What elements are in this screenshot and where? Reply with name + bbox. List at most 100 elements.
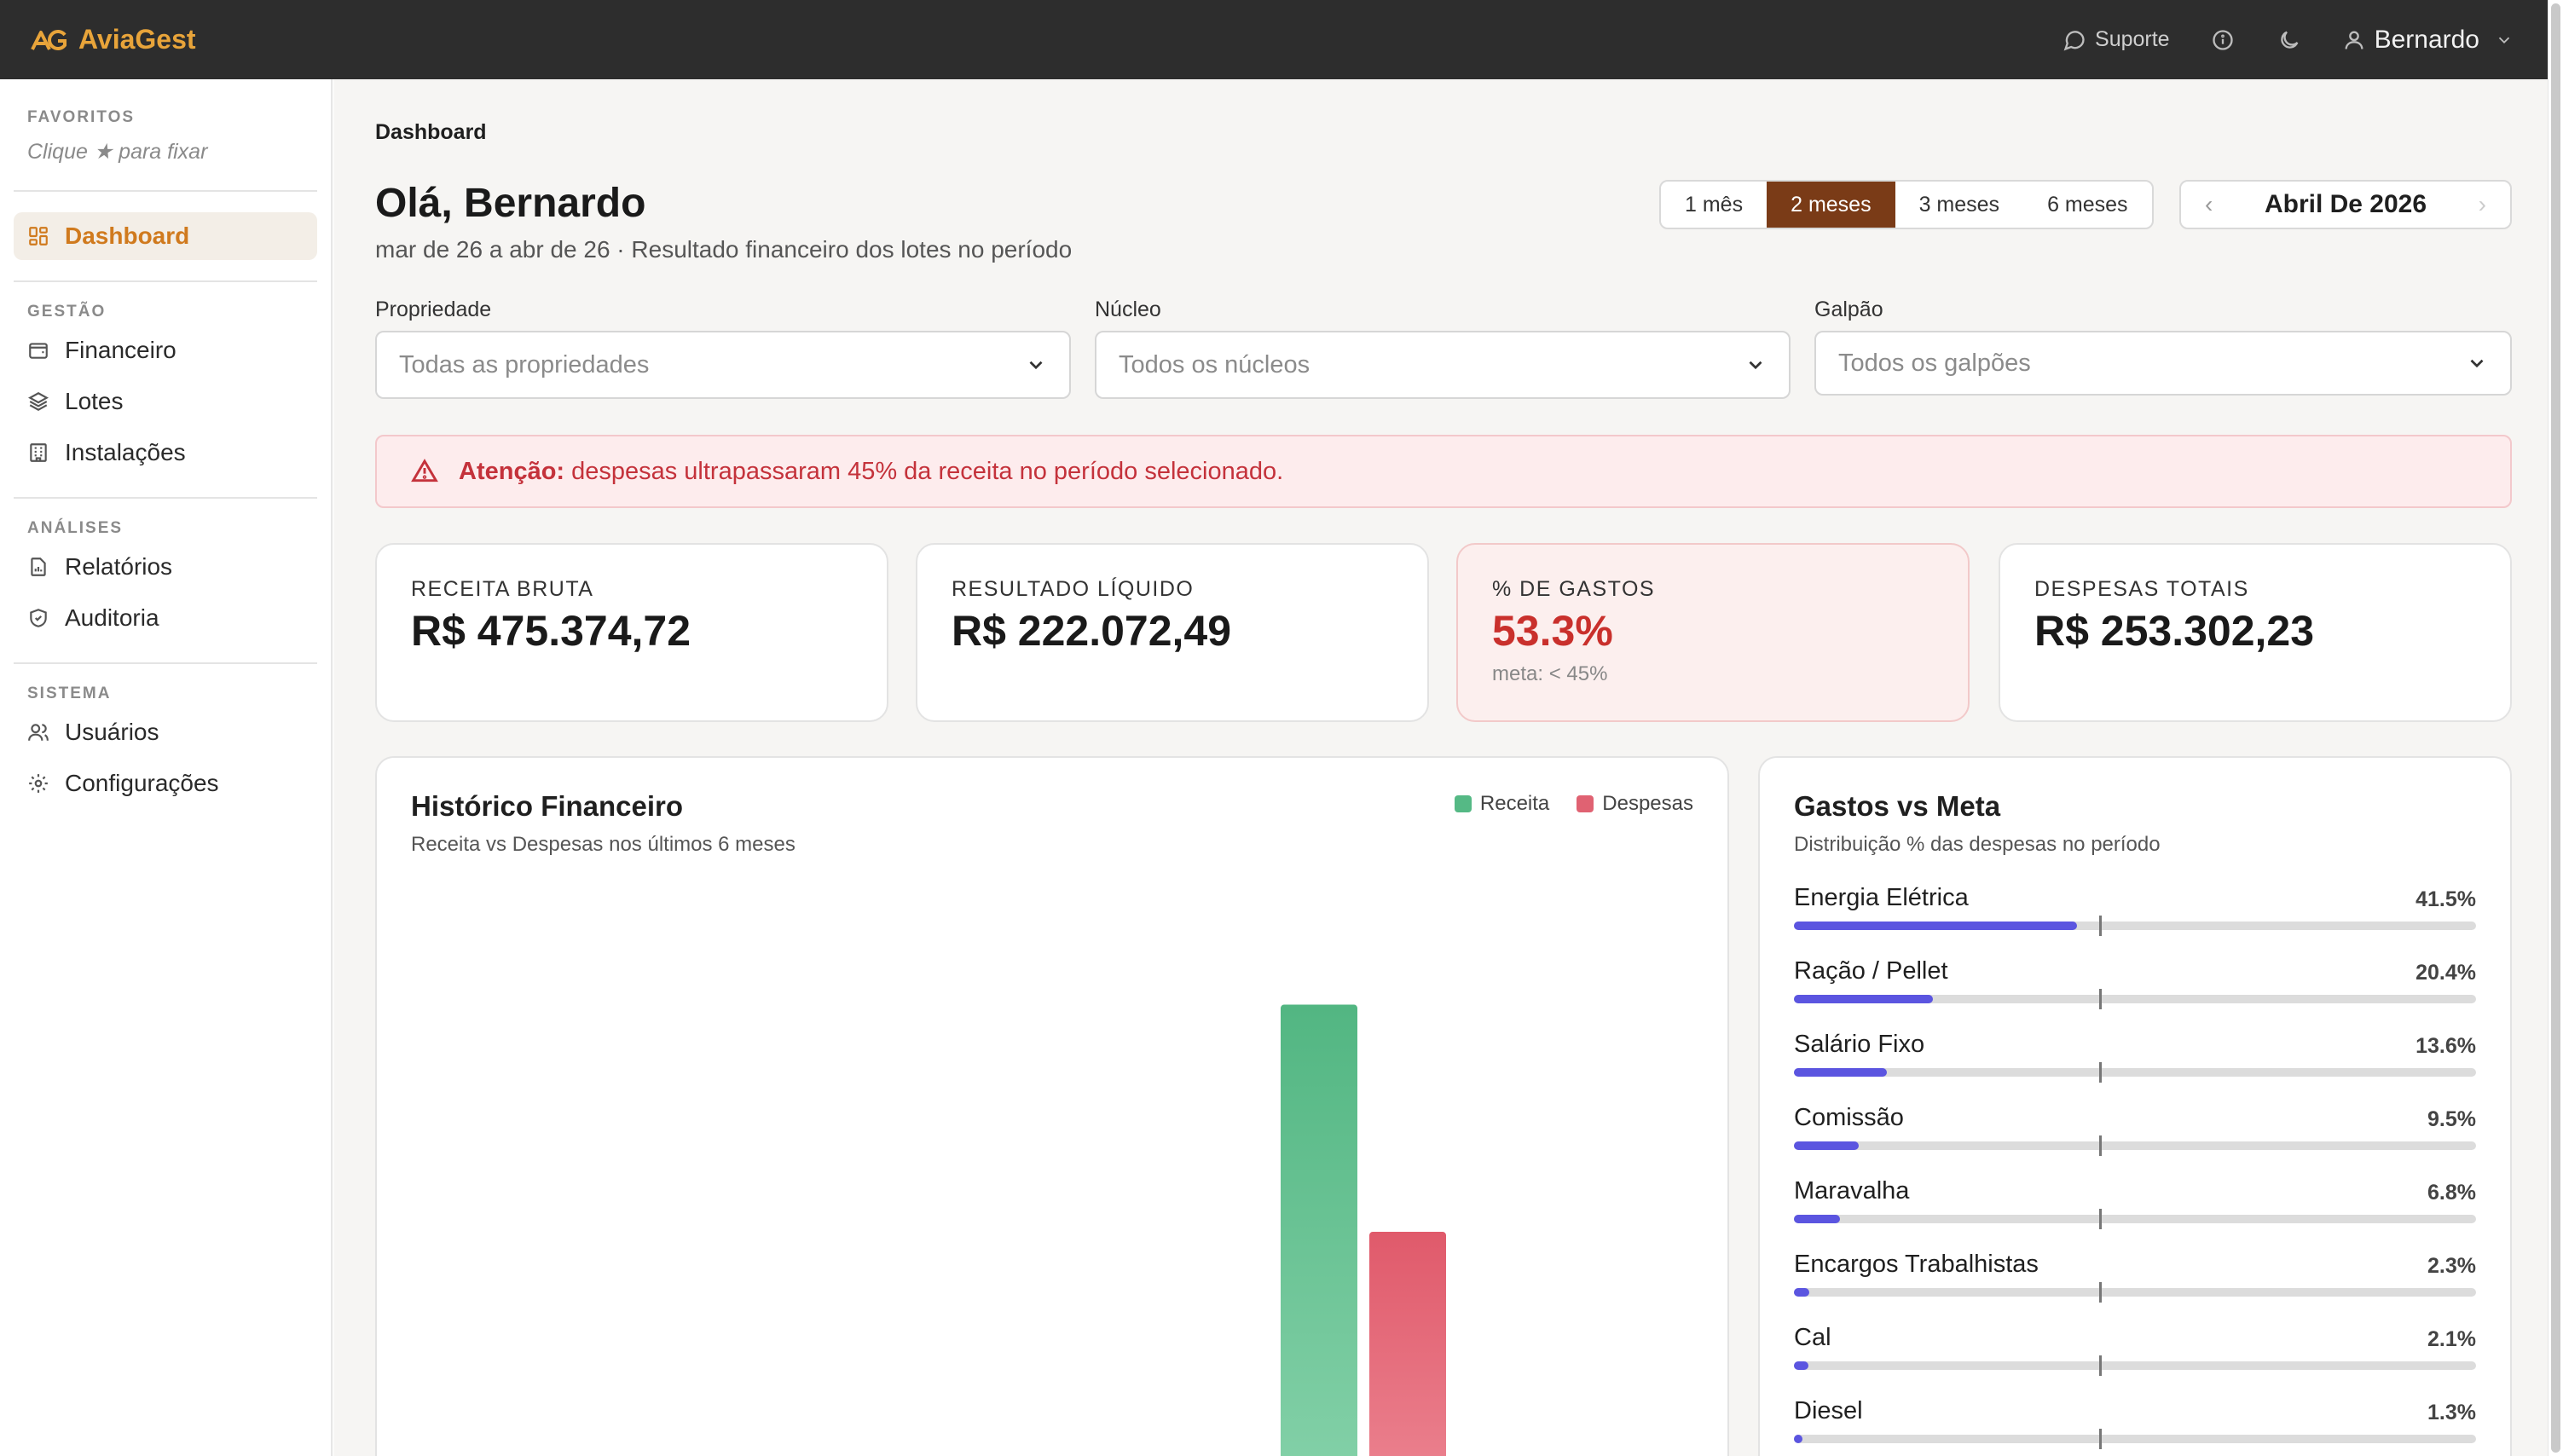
goal-progress-fill xyxy=(1794,1435,1803,1443)
kpi-value: R$ 222.072,49 xyxy=(952,607,1232,655)
info-button[interactable] xyxy=(2211,28,2235,52)
sidebar: FAVORITOS Clique ★ para fixar Dashboard … xyxy=(0,79,333,1456)
period-option-1-mes[interactable]: 1 mês xyxy=(1661,182,1767,228)
kpi-value: R$ 475.374,72 xyxy=(411,607,691,655)
kpi-note: meta: < 45% xyxy=(1492,662,1608,685)
sidebar-item-auditoria[interactable]: Auditoria xyxy=(14,594,317,642)
sidebar-item-financeiro[interactable]: Financeiro xyxy=(14,326,317,374)
user-icon xyxy=(2345,31,2363,49)
goal-progress-track xyxy=(1794,1429,2476,1449)
goal-progress-fill xyxy=(1794,922,2077,930)
sidebar-item-usuarios[interactable]: Usuários xyxy=(14,708,317,756)
goal-name: Diesel xyxy=(1794,1397,1863,1424)
main-content: Dashboard Olá, Bernardo mar de 26 a abr … xyxy=(334,79,2548,1456)
goal-progress-fill xyxy=(1794,1215,1841,1223)
sidebar-item-label: Usuários xyxy=(65,719,159,745)
period-option-2-meses[interactable]: 2 meses xyxy=(1767,182,1895,228)
propriedade-select[interactable]: Todas as propriedades xyxy=(375,331,1071,399)
chevron-down-icon xyxy=(1749,361,1762,370)
filter-label-galpao: Galpão xyxy=(1814,298,1883,321)
aviagest-logo-icon xyxy=(31,29,67,50)
chevron-left-icon[interactable]: ‹ xyxy=(2205,191,2213,218)
goal-progress-track xyxy=(1794,1355,2476,1376)
building-icon xyxy=(30,443,47,462)
period-selector: 1 mês 2 meses 3 meses 6 meses xyxy=(1659,180,2154,229)
page-scrollbar[interactable] xyxy=(2548,0,2563,1456)
user-menu[interactable]: Bernardo xyxy=(2342,26,2514,55)
history-chart-card: Histórico Financeiro Receita vs Despesas… xyxy=(375,756,1729,1456)
sidebar-item-dashboard[interactable]: Dashboard xyxy=(14,212,317,260)
select-placeholder: Todas as propriedades xyxy=(399,350,650,378)
month-label: Abril De 2026 xyxy=(2264,190,2427,218)
sidebar-item-configuracoes[interactable]: Configurações xyxy=(14,760,317,807)
brand[interactable]: AviaGest xyxy=(31,24,196,55)
sidebar-item-label: Configurações xyxy=(65,770,219,796)
theme-toggle-button[interactable] xyxy=(2277,28,2301,52)
select-placeholder: Todos os galpões xyxy=(1838,349,2031,377)
user-name: Bernardo xyxy=(2374,25,2479,54)
goal-percent: 13.6% xyxy=(2415,1034,2476,1058)
sidebar-item-instalacoes[interactable]: Instalações xyxy=(14,429,317,477)
kpi-title: RESULTADO LÍQUIDO xyxy=(952,577,1195,601)
support-label: Suporte xyxy=(2095,27,2170,51)
moon-icon xyxy=(2280,31,2298,49)
kpi-card-despesas-totais: DESPESAS TOTAIS R$ 253.302,23 xyxy=(1999,543,2512,722)
sidebar-item-lotes[interactable]: Lotes xyxy=(14,378,317,425)
kpi-title: DESPESAS TOTAIS xyxy=(2034,577,2249,601)
goal-progress-fill xyxy=(1794,995,1934,1003)
breadcrumb[interactable]: Dashboard xyxy=(375,120,487,145)
scrollbar-thumb[interactable] xyxy=(2551,3,2560,1453)
goal-progress-fill xyxy=(1794,1361,1808,1370)
goal-progress-track xyxy=(1794,1062,2476,1083)
layout-grid-icon xyxy=(29,227,48,246)
sidebar-item-relatorios[interactable]: Relatórios xyxy=(14,543,317,591)
info-icon xyxy=(2212,29,2233,50)
message-circle-icon xyxy=(2063,30,2085,50)
goal-name: Cal xyxy=(1794,1324,1831,1351)
kpi-card-receita-bruta: RECEITA BRUTA R$ 475.374,72 xyxy=(375,543,888,722)
alert-text: despesas ultrapassaram 45% da receita no… xyxy=(571,457,1284,485)
period-option-3-meses[interactable]: 3 meses xyxy=(1895,182,2023,228)
chevron-down-icon xyxy=(2498,37,2510,43)
goals-subtitle: Distribuição % das despesas no período xyxy=(1794,833,2161,856)
kpi-card-resultado-liquido: RESULTADO LÍQUIDO R$ 222.072,49 xyxy=(916,543,1429,722)
alert-strong: Atenção: xyxy=(459,457,565,485)
sidebar-item-label: Financeiro xyxy=(65,337,176,363)
period-option-6-meses[interactable]: 6 meses xyxy=(2023,182,2151,228)
goal-target-marker xyxy=(2099,989,2102,1009)
alert-triangle-icon xyxy=(411,459,438,482)
goal-percent: 6.8% xyxy=(2427,1181,2476,1205)
page-subtitle: mar de 26 a abr de 26 · Resultado financ… xyxy=(375,236,1073,263)
goal-progress-track xyxy=(1794,1209,2476,1229)
brand-name: AviaGest xyxy=(78,24,196,55)
goal-name: Maravalha xyxy=(1794,1177,1910,1205)
goal-progress-track xyxy=(1794,989,2476,1009)
sidebar-item-label: Instalações xyxy=(65,439,186,465)
section-title-analises: ANÁLISES xyxy=(27,519,124,537)
file-chart-icon xyxy=(31,558,46,576)
page-title: Olá, Bernardo xyxy=(375,181,646,226)
divider xyxy=(14,280,317,282)
select-placeholder: Todos os núcleos xyxy=(1119,350,1310,378)
goal-progress-fill xyxy=(1794,1141,1859,1150)
kpi-title: RECEITA BRUTA xyxy=(411,577,594,601)
galpao-select[interactable]: Todos os galpões xyxy=(1814,331,2512,396)
goal-percent: 9.5% xyxy=(2427,1107,2476,1131)
bar-receita[interactable] xyxy=(1281,1004,1357,1456)
sidebar-item-label: Auditoria xyxy=(65,604,159,631)
chevron-right-icon[interactable]: › xyxy=(2479,191,2486,218)
goal-target-marker xyxy=(2099,1135,2102,1156)
divider xyxy=(14,662,317,664)
users-icon xyxy=(28,724,49,741)
goal-target-marker xyxy=(2099,1062,2102,1083)
kpi-value: 53.3% xyxy=(1492,607,1613,655)
chevron-down-icon xyxy=(2470,359,2484,368)
nucleo-select[interactable]: Todos os núcleos xyxy=(1095,331,1791,399)
goals-title: Gastos vs Meta xyxy=(1794,790,2001,822)
goal-target-marker xyxy=(2099,1355,2102,1376)
goals-card: Gastos vs Meta Distribuição % das despes… xyxy=(1758,756,2512,1456)
support-button[interactable]: Suporte xyxy=(2063,27,2170,52)
bar-despesas[interactable] xyxy=(1369,1232,1446,1456)
layers-icon xyxy=(28,392,49,411)
top-bar: AviaGest Suporte Bernardo xyxy=(0,0,2548,79)
